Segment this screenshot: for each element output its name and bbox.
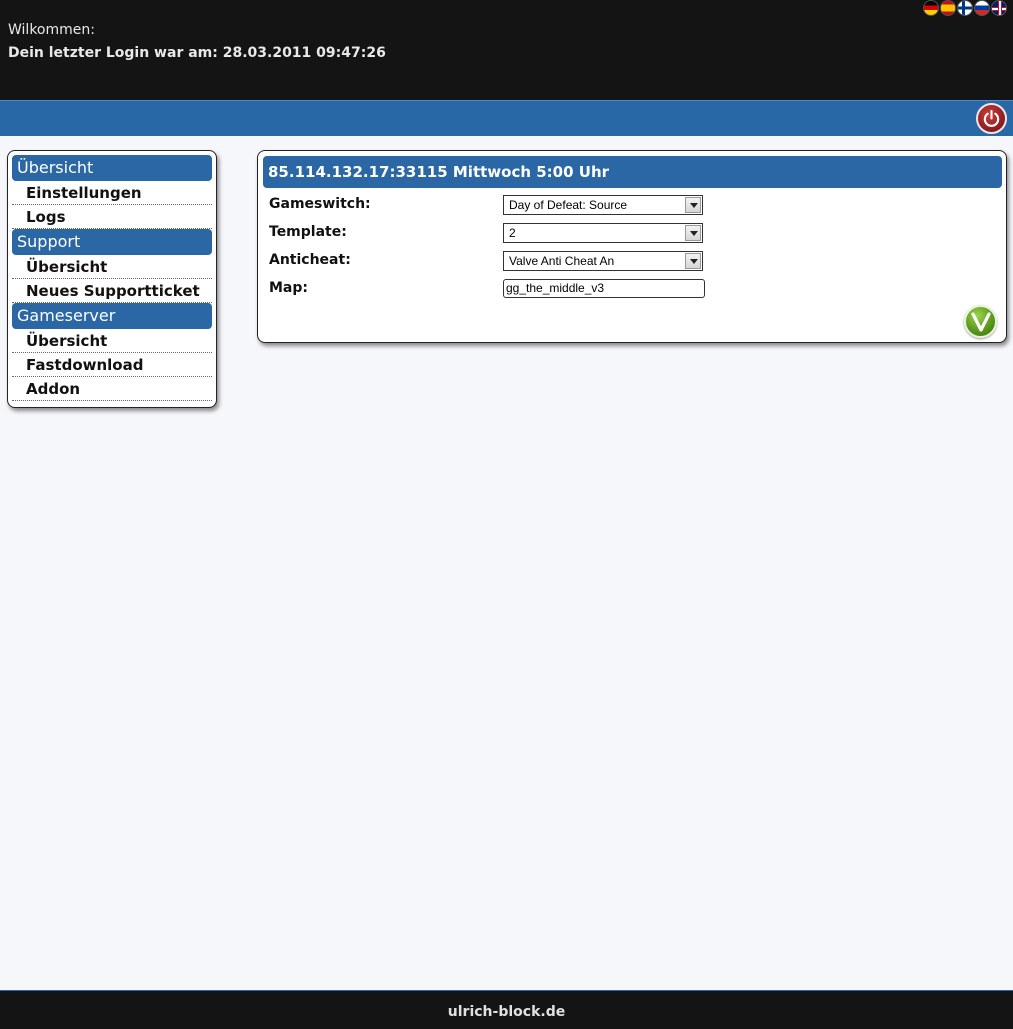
sidebar-item-support-uebersicht[interactable]: Übersicht [12, 255, 212, 279]
sidebar-item-gameserver-uebersicht[interactable]: Übersicht [12, 329, 212, 353]
map-input[interactable]: gg_the_middle_v3 [503, 279, 705, 298]
map-label: Map: [269, 280, 308, 296]
sidebar-item-fastdownload[interactable]: Fastdownload [12, 353, 212, 377]
server-settings-panel: 85.114.132.17:33115 Mittwoch 5:00 Uhr Ga… [257, 150, 1007, 343]
flag-de-icon[interactable] [923, 0, 939, 16]
gameswitch-value: Day of Defeat: Source [509, 198, 628, 212]
flag-es-icon[interactable] [940, 0, 956, 16]
chevron-down-icon[interactable] [685, 253, 701, 269]
flag-ru-icon[interactable] [974, 0, 990, 16]
sidebar-item-logs[interactable]: Logs [12, 205, 212, 229]
sidebar-section-support[interactable]: Support [12, 229, 212, 255]
anticheat-value: Valve Anti Cheat An [509, 254, 615, 268]
language-flags [923, 0, 1007, 16]
top-header: Wilkommen: Dein letzter Login war am: 28… [0, 0, 1013, 100]
chevron-down-icon[interactable] [685, 225, 701, 241]
flag-fi-icon[interactable] [957, 0, 973, 16]
gameswitch-label: Gameswitch: [269, 196, 371, 212]
confirm-button[interactable] [964, 305, 997, 338]
anticheat-label: Anticheat: [269, 252, 351, 268]
sidebar: Übersicht Einstellungen Logs Support Übe… [7, 150, 217, 408]
panel-title: 85.114.132.17:33115 Mittwoch 5:00 Uhr [263, 156, 1002, 188]
template-value: 2 [509, 226, 516, 240]
logout-button[interactable] [976, 103, 1007, 134]
checkmark-icon [971, 312, 991, 332]
welcome-text: Wilkommen: [8, 22, 95, 38]
last-login-text: Dein letzter Login war am: 28.03.2011 09… [8, 45, 386, 61]
power-icon [983, 109, 1000, 127]
sidebar-section-uebersicht[interactable]: Übersicht [12, 155, 212, 181]
flag-gb-icon[interactable] [991, 0, 1007, 16]
template-label: Template: [269, 224, 347, 240]
footer: ulrich-block.de [0, 990, 1013, 1029]
sidebar-item-einstellungen[interactable]: Einstellungen [12, 181, 212, 205]
chevron-down-icon[interactable] [685, 197, 701, 213]
top-nav-bar [0, 100, 1013, 136]
anticheat-select[interactable]: Valve Anti Cheat An [503, 251, 703, 271]
sidebar-item-neues-supportticket[interactable]: Neues Supportticket [12, 279, 212, 303]
sidebar-item-addon[interactable]: Addon [12, 377, 212, 401]
sidebar-section-gameserver[interactable]: Gameserver [12, 303, 212, 329]
gameswitch-select[interactable]: Day of Defeat: Source [503, 195, 703, 215]
template-select[interactable]: 2 [503, 223, 703, 243]
footer-link[interactable]: ulrich-block.de [448, 1004, 565, 1020]
